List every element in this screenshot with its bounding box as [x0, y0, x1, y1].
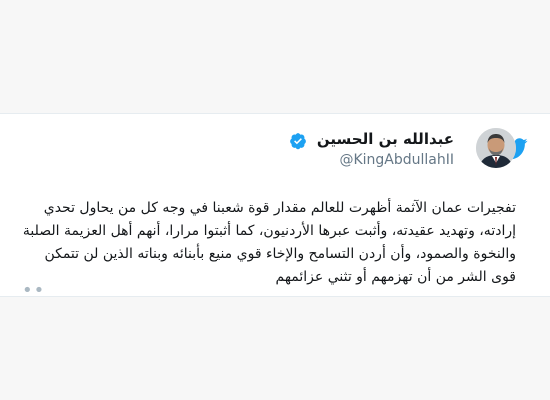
avatar[interactable] — [476, 128, 516, 168]
display-name[interactable]: عبدالله بن الحسين — [317, 130, 454, 148]
verified-badge-icon — [290, 133, 306, 150]
handle[interactable]: @KingAbdullahII — [339, 152, 454, 168]
more-options-icon[interactable]: •• — [22, 282, 45, 297]
avatar-photo — [476, 128, 516, 168]
embedded-tweet-card[interactable]: عبدالله بن الحسين @KingAbdullahII تفجيرا… — [0, 113, 550, 297]
tweet-text: تفجيرات عمان الآثمة أظهرت للعالم مقدار ق… — [22, 200, 516, 285]
